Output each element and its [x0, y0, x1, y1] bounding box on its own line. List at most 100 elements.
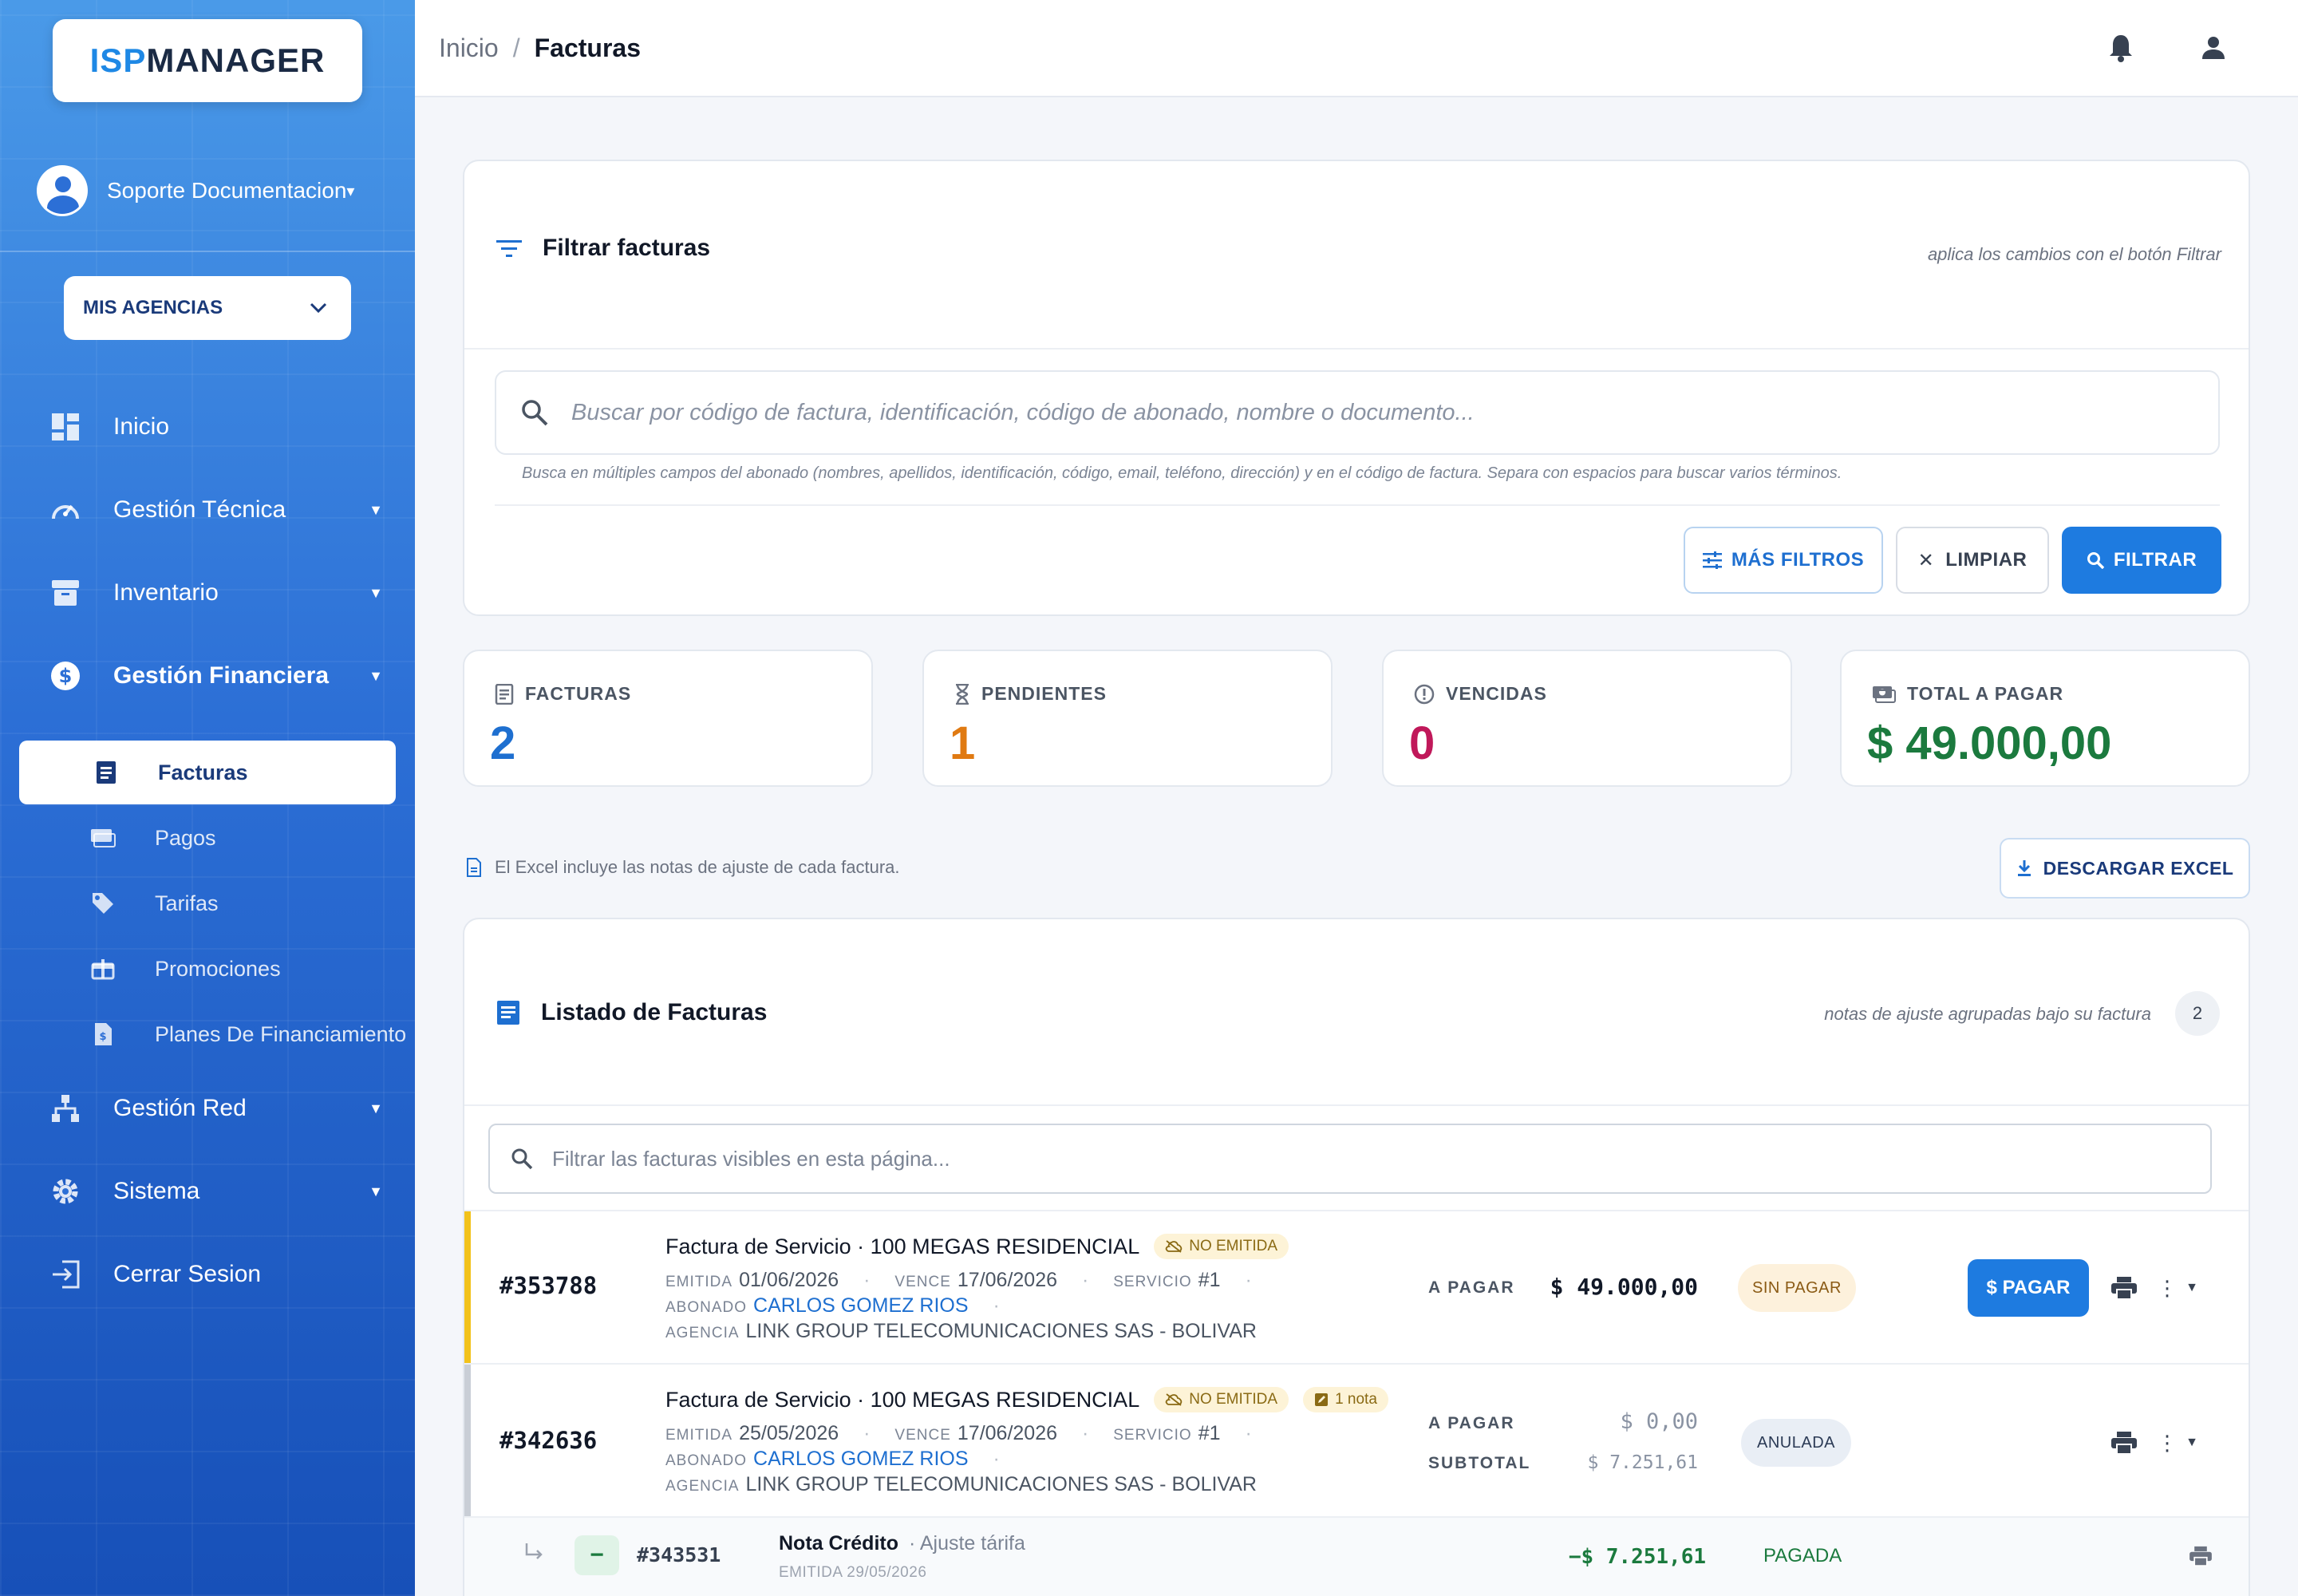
dot-separator: ·: [1081, 1269, 1089, 1291]
sidebar-item-gestion-financiera[interactable]: $ Gestión Financiera ▼: [48, 648, 383, 704]
dot-separator: ·: [993, 1448, 1000, 1470]
agencia-label: AGENCIA: [665, 1478, 740, 1495]
filter-card: Filtrar facturas aplica los cambios con …: [463, 160, 2250, 616]
amount-label: A PAGAR: [1428, 1414, 1515, 1432]
sidebar-subitem-label: Pagos: [155, 825, 216, 850]
sidebar-subitem-facturas[interactable]: Facturas: [19, 741, 396, 804]
dot-separator: ·: [1245, 1269, 1252, 1291]
filter-title: Filtrar facturas: [543, 235, 711, 261]
logo[interactable]: ISP MANAGER: [53, 19, 362, 102]
clear-button[interactable]: ✕ LIMPIAR: [1896, 527, 2049, 594]
abonado-link[interactable]: CARLOS GOMEZ RIOS: [753, 1294, 968, 1317]
nota-subtitle: · Ajuste tárifa: [908, 1532, 1025, 1555]
invoice-dates: EMITIDA 01/06/2026 · VENCE 17/06/2026 · SE…: [665, 1269, 1271, 1292]
badge-text: 1 nota: [1335, 1391, 1377, 1408]
local-filter-input[interactable]: Filtrar las facturas visibles en esta pá…: [488, 1124, 2212, 1194]
stat-value: 0: [1409, 717, 1435, 769]
credit-sign-badge: −: [574, 1535, 619, 1575]
sidebar-item-label: Inicio: [113, 413, 170, 440]
stat-label-text: VENCIDAS: [1446, 683, 1547, 704]
invoice-code[interactable]: #353788: [499, 1272, 597, 1299]
nota-code[interactable]: #343531: [637, 1543, 721, 1566]
button-label: FILTRAR: [2113, 549, 2197, 571]
filter-button[interactable]: FILTRAR: [2062, 527, 2221, 594]
row-menu-button[interactable]: ⋮ ▼: [2150, 1272, 2205, 1304]
divider: [464, 348, 2249, 350]
bell-icon[interactable]: [2103, 30, 2138, 65]
receipt-icon: [495, 683, 514, 705]
status-accent-bar: [464, 1211, 471, 1365]
sidebar-item-sistema[interactable]: Sistema ▼: [48, 1163, 383, 1219]
sidebar-subitem-tarifas[interactable]: Tarifas: [88, 879, 407, 927]
invoice-title: Factura de Servicio · 100 MEGAS RESIDENC…: [665, 1234, 1289, 1259]
invoice-code[interactable]: #342636: [499, 1427, 597, 1454]
abonado-label: ABONADO: [665, 1452, 748, 1469]
search-input[interactable]: Buscar por código de factura, identifica…: [495, 370, 2220, 455]
cloud-off-icon: [1165, 1240, 1183, 1253]
invoice-row[interactable]: #342636 Factura de Servicio · 100 MEGAS …: [464, 1363, 2249, 1518]
invoice-row[interactable]: #353788 Factura de Servicio · 100 MEGAS …: [464, 1210, 2249, 1365]
sidebar-subitem-label: Promociones: [155, 956, 281, 981]
status-badge: SIN PAGAR: [1738, 1264, 1856, 1312]
invoice-agencia: AGENCIA LINK GROUP TELECOMUNICACIONES SAS…: [665, 1320, 1257, 1343]
gear-icon: [48, 1174, 83, 1209]
agencia-value: LINK GROUP TELECOMUNICACIONES SAS - BOLI…: [745, 1320, 1257, 1342]
sidebar-item-cerrar-sesion[interactable]: Cerrar Sesion: [48, 1246, 383, 1302]
sidebar-item-inicio[interactable]: Inicio: [48, 399, 383, 455]
stat-card-facturas: FACTURAS 2: [463, 650, 873, 787]
logo-text-isp: ISP: [89, 41, 147, 79]
abonado-link[interactable]: CARLOS GOMEZ RIOS: [753, 1448, 968, 1470]
servicio-label: SERVICIO: [1113, 1427, 1192, 1444]
more-vertical-icon: ⋮: [2157, 1430, 2178, 1455]
list-count-badge: 2: [2175, 991, 2220, 1036]
sidebar-subitem-planes-financiamiento[interactable]: $ Planes De Financiamiento: [88, 1010, 407, 1058]
user-menu[interactable]: Soporte Documentacion ▾: [37, 163, 388, 219]
account-icon[interactable]: [2196, 30, 2231, 65]
breadcrumb-home[interactable]: Inicio: [439, 34, 499, 63]
agency-select[interactable]: MIS AGENCIAS: [64, 276, 351, 340]
caret-down-icon: ▼: [2185, 1281, 2198, 1294]
user-name: Soporte Documentacion: [107, 178, 347, 203]
adjustment-note-row[interactable]: − #343531 Nota Crédito · Ajuste tárifa E…: [464, 1516, 2249, 1596]
download-icon: [2016, 859, 2032, 877]
pay-button[interactable]: $ PAGAR: [1968, 1259, 2089, 1317]
stat-label: FACTURAS: [495, 683, 631, 705]
invoice-abonado: ABONADO CARLOS GOMEZ RIOS ·: [665, 1448, 1019, 1471]
agencia-value: LINK GROUP TELECOMUNICACIONES SAS - BOLI…: [745, 1473, 1257, 1495]
tune-icon: [1702, 551, 1722, 569]
sidebar-subitem-promociones[interactable]: Promociones: [88, 945, 407, 993]
invoice-dates: EMITIDA 25/05/2026 · VENCE 17/06/2026 · SE…: [665, 1422, 1271, 1445]
alert-circle-icon: [1414, 684, 1435, 705]
breadcrumb-separator: /: [512, 33, 520, 62]
search-icon: [2087, 551, 2104, 569]
stat-label-text: FACTURAS: [525, 683, 632, 704]
sidebar-item-label: Inventario: [113, 579, 219, 606]
invoice-title: Factura de Servicio · 100 MEGAS RESIDENC…: [665, 1387, 1388, 1412]
dot-separator: ·: [1081, 1422, 1089, 1444]
print-icon[interactable]: [2108, 1272, 2140, 1304]
row-menu-button[interactable]: ⋮ ▼: [2150, 1427, 2205, 1459]
more-filters-button[interactable]: MÁS FILTROS: [1684, 527, 1883, 594]
sidebar-item-inventario[interactable]: Inventario ▼: [48, 565, 383, 621]
subdirectory-arrow-icon: [523, 1542, 544, 1562]
print-icon[interactable]: [2108, 1427, 2140, 1459]
sidebar-item-gestion-tecnica[interactable]: Gestión Técnica ▼: [48, 482, 383, 538]
emitida-date: 01/06/2026: [739, 1269, 839, 1291]
invoice-abonado: ABONADO CARLOS GOMEZ RIOS ·: [665, 1294, 1019, 1317]
download-excel-button[interactable]: DESCARGAR EXCEL: [2000, 838, 2250, 899]
sidebar-item-label: Gestión Técnica: [113, 496, 286, 523]
sidebar-subitem-label: Facturas: [158, 760, 248, 784]
cash-icon: [1872, 685, 1896, 703]
sidebar-divider: [0, 251, 415, 252]
sidebar-subitem-pagos[interactable]: Pagos: [88, 814, 407, 862]
print-icon[interactable]: [2185, 1540, 2217, 1572]
nota-amount: −$ 7.251,61: [1568, 1545, 1706, 1569]
dot-separator: ·: [1245, 1422, 1252, 1444]
nota-emitida: EMITIDA 29/05/2026: [779, 1564, 927, 1581]
sidebar-item-gestion-red[interactable]: Gestión Red ▼: [48, 1080, 383, 1136]
abonado-label: ABONADO: [665, 1299, 748, 1316]
status-badge: ANULADA: [1741, 1419, 1851, 1467]
stat-label-text: TOTAL A PAGAR: [1907, 683, 2064, 704]
payments-icon: [88, 828, 118, 847]
stat-card-vencidas: VENCIDAS 0: [1382, 650, 1792, 787]
